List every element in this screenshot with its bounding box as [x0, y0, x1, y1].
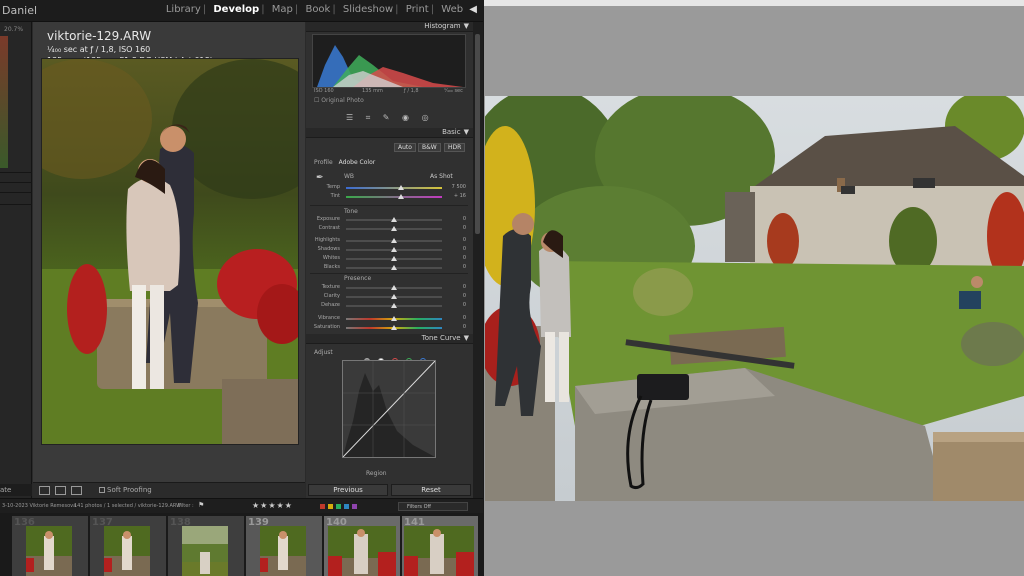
filmstrip-item[interactable]: 137	[90, 516, 166, 576]
filter-select[interactable]: Filters Off	[398, 502, 468, 511]
filter-label: Filter :	[178, 503, 194, 509]
filmstrip-item[interactable]: 140	[324, 516, 400, 576]
crop-icon[interactable]: ⌗	[366, 113, 371, 122]
profile-row[interactable]: Profile Adobe Color	[314, 159, 375, 166]
contrast-slider[interactable]: Contrast 0	[310, 225, 466, 233]
module-map[interactable]: Map	[272, 4, 293, 15]
region-label: Region	[366, 470, 387, 477]
wb-select[interactable]: As Shot	[430, 173, 453, 180]
vibrance-slider[interactable]: Vibrance 0	[310, 315, 466, 323]
panel-divider	[0, 192, 32, 193]
purple-label-swatch[interactable]	[352, 504, 357, 509]
blacks-slider[interactable]: Blacks 0	[310, 264, 466, 272]
filmstrip-bar: 3-10-2023 Viktorie Remesova 141 photos /…	[0, 498, 483, 513]
filmstrip-item[interactable]: 141	[402, 516, 478, 576]
module-develop[interactable]: Develop	[213, 4, 259, 15]
texture-slider[interactable]: Texture 0	[310, 284, 466, 292]
bw-button[interactable]: B&W	[418, 143, 441, 152]
before-after-mode-icon[interactable]	[71, 486, 82, 495]
filmstrip-item[interactable]: 138	[168, 516, 244, 576]
tone-curve-title: Tone Curve	[421, 334, 461, 342]
screen: Daniel Library | Develop | Map | Book | Slid…	[0, 0, 1024, 576]
basic-header[interactable]: Basic ▼	[306, 128, 473, 138]
tint-slider[interactable]: Tint + 16	[310, 193, 466, 201]
auto-button[interactable]: Auto	[394, 143, 416, 152]
temp-slider[interactable]: Temp 7 500	[310, 184, 466, 192]
hdr-button[interactable]: HDR	[444, 143, 466, 152]
panel-divider	[0, 204, 32, 205]
filmstrip-item-selected[interactable]: 139	[246, 516, 322, 576]
lightroom-window: Daniel Library | Develop | Map | Book | Slid…	[0, 0, 483, 576]
module-picker: Library | Develop | Map | Book | Slideshow | …	[165, 4, 477, 15]
reset-button[interactable]: Reset	[391, 484, 471, 496]
clarity-slider[interactable]: Clarity 0	[310, 293, 466, 301]
tone-curve-header[interactable]: Tone Curve ▼	[306, 334, 473, 344]
selection-count: 141 photos / 1 selected / viktorie-129.A…	[74, 503, 182, 509]
behind-the-scenes-photo	[485, 96, 1024, 501]
reference-panel	[484, 0, 1024, 576]
saturation-slider[interactable]: Saturation 0	[310, 324, 466, 332]
filmstrip-item[interactable]: 136	[12, 516, 88, 576]
develop-panel: Histogram ▼ ISO 160 135 mm ƒ / 1,8 ¹⁄₄₀₀ …	[306, 22, 473, 498]
green-label-swatch[interactable]	[336, 504, 341, 509]
histogram-graph	[312, 34, 466, 88]
develop-panel-scrollbar[interactable]	[473, 22, 483, 498]
wb-label: WB	[344, 173, 355, 180]
collapse-icon: ▼	[463, 22, 469, 30]
image-exposure: ¹⁄₄₀₀ sec at ƒ / 1,8, ISO 160	[47, 45, 151, 54]
loupe-view-icon[interactable]	[39, 486, 50, 495]
collapse-arrow-icon[interactable]: ◀	[469, 4, 477, 15]
highlights-slider[interactable]: Highlights 0	[310, 237, 466, 245]
module-library[interactable]: Library	[166, 4, 201, 15]
navigator-thumbnail[interactable]	[0, 36, 8, 168]
module-slideshow[interactable]: Slideshow	[343, 4, 393, 15]
panel-divider	[0, 172, 32, 173]
tone-curve-graph[interactable]	[342, 360, 436, 458]
original-photo-toggle[interactable]: ☐ Original Photo	[314, 97, 364, 104]
panel-divider	[0, 182, 32, 183]
red-eye-icon[interactable]: ◉	[402, 113, 409, 122]
left-panel: 20.7% ate	[0, 22, 32, 498]
red-label-swatch[interactable]	[320, 504, 325, 509]
histogram-title: Histogram	[424, 22, 461, 30]
masking-icon[interactable]: ◎	[422, 113, 429, 122]
shadows-slider[interactable]: Shadows 0	[310, 246, 466, 254]
collection-info[interactable]: 3-10-2023 Viktorie Remesova	[2, 503, 76, 509]
basic-title: Basic	[442, 128, 461, 136]
previous-button[interactable]: Previous	[308, 484, 388, 496]
develop-bottom-buttons: Previous Reset	[306, 484, 473, 498]
loupe-view: viktorie-129.ARW ¹⁄₄₀₀ sec at ƒ / 1,8, I…	[33, 22, 305, 498]
navigator-zoom[interactable]: 20.7%	[4, 26, 23, 33]
image-filename: viktorie-129.ARW	[47, 29, 152, 43]
exposure-slider[interactable]: Exposure 0	[310, 216, 466, 224]
rating-filter[interactable]: ★★★★★	[252, 501, 293, 510]
tone-section-label: Tone	[344, 208, 358, 215]
copy-button[interactable]: ate	[0, 484, 32, 496]
eyedropper-icon[interactable]: ✒	[316, 173, 324, 183]
module-book[interactable]: Book	[305, 4, 330, 15]
loupe-toolbar: Soft Proofing	[33, 482, 305, 498]
module-web[interactable]: Web	[441, 4, 463, 15]
owner-name: Daniel	[2, 4, 38, 17]
tool-strip: ☰ ⌗ ✎ ◉ ◎	[346, 113, 439, 123]
blue-label-swatch[interactable]	[344, 504, 349, 509]
top-strip	[484, 0, 1024, 6]
flag-icon[interactable]: ⚑	[198, 501, 204, 509]
module-bar: Daniel Library | Develop | Map | Book | Slid…	[0, 0, 483, 22]
dehaze-slider[interactable]: Dehaze 0	[310, 302, 466, 310]
filmstrip: 136 137 138 139 140 141	[0, 513, 483, 576]
module-print[interactable]: Print	[406, 4, 429, 15]
whites-slider[interactable]: Whites 0	[310, 255, 466, 263]
healing-icon[interactable]: ✎	[383, 113, 390, 122]
presence-section-label: Presence	[344, 275, 372, 282]
tone-curve-adjust-label: Adjust	[314, 349, 333, 356]
soft-proofing-checkbox[interactable]	[99, 487, 105, 493]
histogram-header[interactable]: Histogram ▼	[306, 22, 473, 32]
edited-photo[interactable]	[41, 58, 299, 445]
edit-sliders-icon[interactable]: ☰	[346, 113, 353, 122]
before-after-icon[interactable]	[55, 486, 66, 495]
soft-proofing-label: Soft Proofing	[107, 486, 152, 494]
yellow-label-swatch[interactable]	[328, 504, 333, 509]
